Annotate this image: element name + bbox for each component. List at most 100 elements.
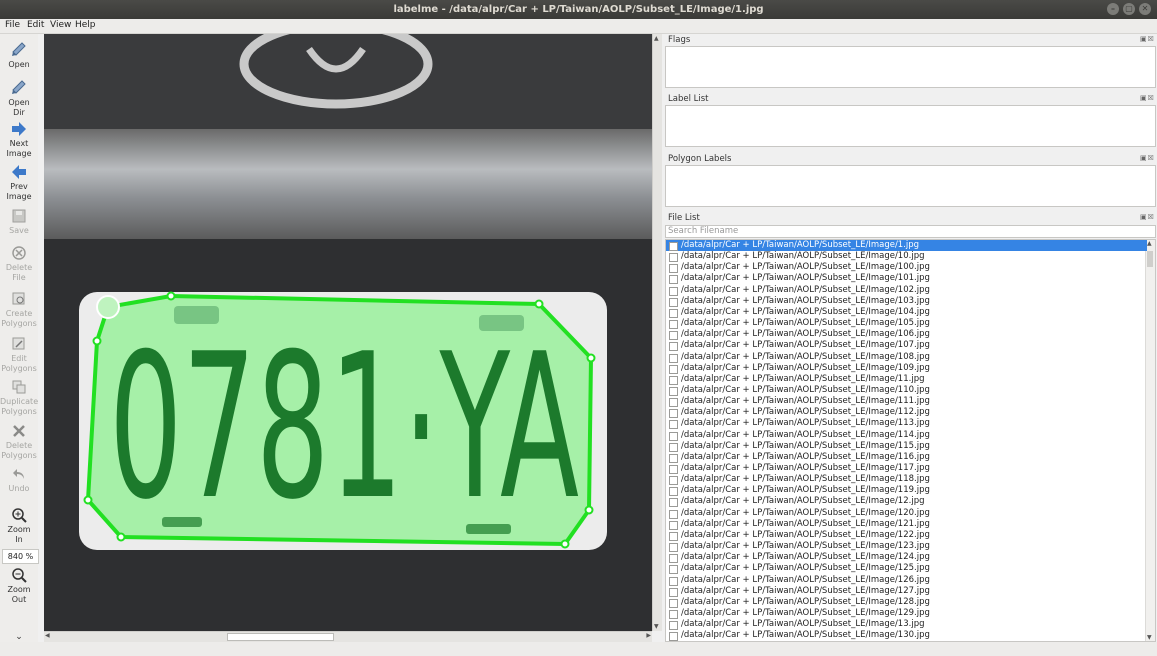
menu-file[interactable]: File — [5, 20, 20, 30]
vertex-handle[interactable] — [116, 532, 126, 542]
close-icon[interactable]: ✕ — [1139, 3, 1151, 15]
file-list-item[interactable]: /data/alpr/Car + LP/Taiwan/AOLP/Subset_L… — [666, 552, 1147, 564]
menu-edit[interactable]: Edit — [27, 20, 44, 30]
file-list-item[interactable]: /data/alpr/Car + LP/Taiwan/AOLP/Subset_L… — [666, 296, 1147, 307]
file-checkbox[interactable] — [669, 476, 678, 486]
vertex-handle[interactable] — [560, 539, 570, 549]
label-list-dock-controls-icon[interactable]: ▣☒ — [1140, 94, 1155, 102]
file-checkbox[interactable] — [669, 253, 678, 263]
file-checkbox[interactable] — [669, 609, 678, 619]
file-list-item[interactable]: /data/alpr/Car + LP/Taiwan/AOLP/Subset_L… — [666, 508, 1147, 519]
file-checkbox[interactable] — [669, 531, 678, 541]
search-filename-input[interactable]: Search Filename — [665, 225, 1156, 238]
file-list-item[interactable]: /data/alpr/Car + LP/Taiwan/AOLP/Subset_L… — [666, 385, 1147, 396]
file-checkbox[interactable] — [669, 498, 678, 508]
file-checkbox[interactable] — [669, 543, 678, 553]
delete-polygons-button[interactable]: Delete Polygons — [0, 423, 38, 461]
file-list-item[interactable]: /data/alpr/Car + LP/Taiwan/AOLP/Subset_L… — [666, 575, 1147, 586]
file-list-item[interactable]: /data/alpr/Car + LP/Taiwan/AOLP/Subset_L… — [666, 586, 1147, 597]
file-checkbox[interactable] — [669, 353, 678, 363]
file-list-item[interactable]: /data/alpr/Car + LP/Taiwan/AOLP/Subset_L… — [666, 418, 1147, 430]
file-list-item[interactable]: /data/alpr/Car + LP/Taiwan/AOLP/Subset_L… — [666, 318, 1147, 330]
file-checkbox[interactable] — [669, 342, 678, 352]
file-list[interactable]: ▲ ▼ /data/alpr/Car + LP/Taiwan/AOLP/Subs… — [665, 239, 1156, 642]
license-plate-image[interactable]: 0781·YA — [44, 34, 652, 631]
minimize-icon[interactable]: – — [1107, 3, 1119, 15]
delete-file-button[interactable]: Delete File — [0, 245, 38, 283]
horizontal-scroll-thumb[interactable] — [227, 633, 334, 641]
file-checkbox[interactable] — [669, 632, 678, 641]
file-list-item[interactable]: /data/alpr/Car + LP/Taiwan/AOLP/Subset_L… — [666, 352, 1147, 363]
file-checkbox[interactable] — [669, 320, 678, 330]
file-checkbox[interactable] — [669, 453, 678, 463]
file-checkbox[interactable] — [669, 297, 678, 307]
file-list-item[interactable]: /data/alpr/Car + LP/Taiwan/AOLP/Subset_L… — [666, 251, 1147, 263]
create-polygons-button[interactable]: Create Polygons — [0, 291, 38, 329]
file-checkbox[interactable] — [669, 465, 678, 474]
scroll-up-icon[interactable]: ▲ — [1147, 240, 1152, 247]
file-checkbox[interactable] — [669, 554, 678, 564]
undo-button[interactable]: Undo — [0, 466, 38, 494]
menu-help[interactable]: Help — [75, 20, 96, 30]
canvas-vertical-scrollbar[interactable]: ▲ ▼ — [652, 34, 662, 631]
file-checkbox[interactable] — [669, 621, 678, 631]
file-list-item[interactable]: /data/alpr/Car + LP/Taiwan/AOLP/Subset_L… — [666, 262, 1147, 274]
file-list-item[interactable]: /data/alpr/Car + LP/Taiwan/AOLP/Subset_L… — [666, 496, 1147, 508]
file-checkbox[interactable] — [669, 331, 678, 341]
scroll-right-icon[interactable]: ▶ — [646, 632, 651, 639]
file-list-item[interactable]: /data/alpr/Car + LP/Taiwan/AOLP/Subset_L… — [666, 430, 1147, 441]
label-list[interactable] — [665, 105, 1156, 147]
file-list-item[interactable]: /data/alpr/Car + LP/Taiwan/AOLP/Subset_L… — [666, 396, 1147, 408]
file-checkbox[interactable] — [669, 420, 678, 430]
canvas-horizontal-scrollbar[interactable]: ◀ ▶ — [44, 631, 652, 642]
file-list-item[interactable]: /data/alpr/Car + LP/Taiwan/AOLP/Subset_L… — [666, 374, 1147, 385]
file-list-item[interactable]: /data/alpr/Car + LP/Taiwan/AOLP/Subset_L… — [666, 541, 1147, 553]
duplicate-polygons-button[interactable]: Duplicate Polygons — [0, 379, 38, 417]
file-checkbox[interactable] — [669, 487, 678, 497]
toolbar-extension-icon[interactable]: ⌄ — [0, 632, 38, 642]
file-checkbox[interactable] — [669, 565, 678, 575]
file-checkbox[interactable] — [669, 598, 678, 608]
file-checkbox[interactable] — [669, 520, 678, 530]
file-checkbox[interactable] — [669, 576, 678, 586]
vertex-handle[interactable] — [534, 299, 544, 309]
file-list-scroll-thumb[interactable] — [1147, 251, 1153, 267]
image-canvas[interactable]: 0781·YA — [44, 34, 652, 631]
file-checkbox[interactable] — [669, 398, 678, 408]
file-checkbox[interactable] — [669, 442, 678, 452]
scroll-up-icon[interactable]: ▲ — [654, 35, 659, 42]
file-list-item[interactable]: /data/alpr/Car + LP/Taiwan/AOLP/Subset_L… — [666, 519, 1147, 530]
file-list-item[interactable]: /data/alpr/Car + LP/Taiwan/AOLP/Subset_L… — [666, 485, 1147, 497]
file-list-item[interactable]: /data/alpr/Car + LP/Taiwan/AOLP/Subset_L… — [666, 329, 1147, 341]
file-list-item[interactable]: /data/alpr/Car + LP/Taiwan/AOLP/Subset_L… — [666, 407, 1147, 419]
polygon-labels-list[interactable] — [665, 165, 1156, 207]
zoom-value-input[interactable]: 840 % — [2, 549, 39, 564]
file-checkbox[interactable] — [669, 364, 678, 374]
open-button[interactable]: Open — [0, 40, 38, 70]
file-list-item[interactable]: /data/alpr/Car + LP/Taiwan/AOLP/Subset_L… — [666, 630, 1147, 641]
file-checkbox[interactable] — [669, 242, 678, 251]
file-list-item[interactable]: /data/alpr/Car + LP/Taiwan/AOLP/Subset_L… — [666, 597, 1147, 608]
file-list-item[interactable]: /data/alpr/Car + LP/Taiwan/AOLP/Subset_L… — [666, 619, 1147, 631]
zoom-in-button[interactable]: Zoom In — [0, 507, 38, 545]
file-checkbox[interactable] — [669, 264, 678, 274]
file-list-item[interactable]: /data/alpr/Car + LP/Taiwan/AOLP/Subset_L… — [666, 441, 1147, 452]
vertex-handle[interactable] — [584, 505, 594, 515]
menu-view[interactable]: View — [50, 20, 71, 30]
scroll-left-icon[interactable]: ◀ — [45, 632, 50, 639]
file-list-item[interactable]: /data/alpr/Car + LP/Taiwan/AOLP/Subset_L… — [666, 474, 1147, 486]
file-list-item[interactable]: /data/alpr/Car + LP/Taiwan/AOLP/Subset_L… — [666, 452, 1147, 463]
flags-list[interactable] — [665, 46, 1156, 88]
vertex-handle[interactable] — [586, 353, 596, 363]
edit-polygons-button[interactable]: Edit Polygons — [0, 336, 38, 374]
maximize-icon[interactable]: ▢ — [1123, 3, 1135, 15]
vertex-handle[interactable] — [92, 336, 102, 346]
zoom-out-button[interactable]: Zoom Out — [0, 567, 38, 605]
file-list-item[interactable]: /data/alpr/Car + LP/Taiwan/AOLP/Subset_L… — [666, 340, 1147, 352]
file-checkbox[interactable] — [669, 308, 678, 318]
vertex-handle[interactable] — [83, 495, 93, 505]
flags-dock-controls-icon[interactable]: ▣☒ — [1140, 35, 1155, 43]
file-checkbox[interactable] — [669, 386, 678, 396]
file-list-item[interactable]: /data/alpr/Car + LP/Taiwan/AOLP/Subset_L… — [666, 608, 1147, 619]
file-checkbox[interactable] — [669, 409, 678, 419]
